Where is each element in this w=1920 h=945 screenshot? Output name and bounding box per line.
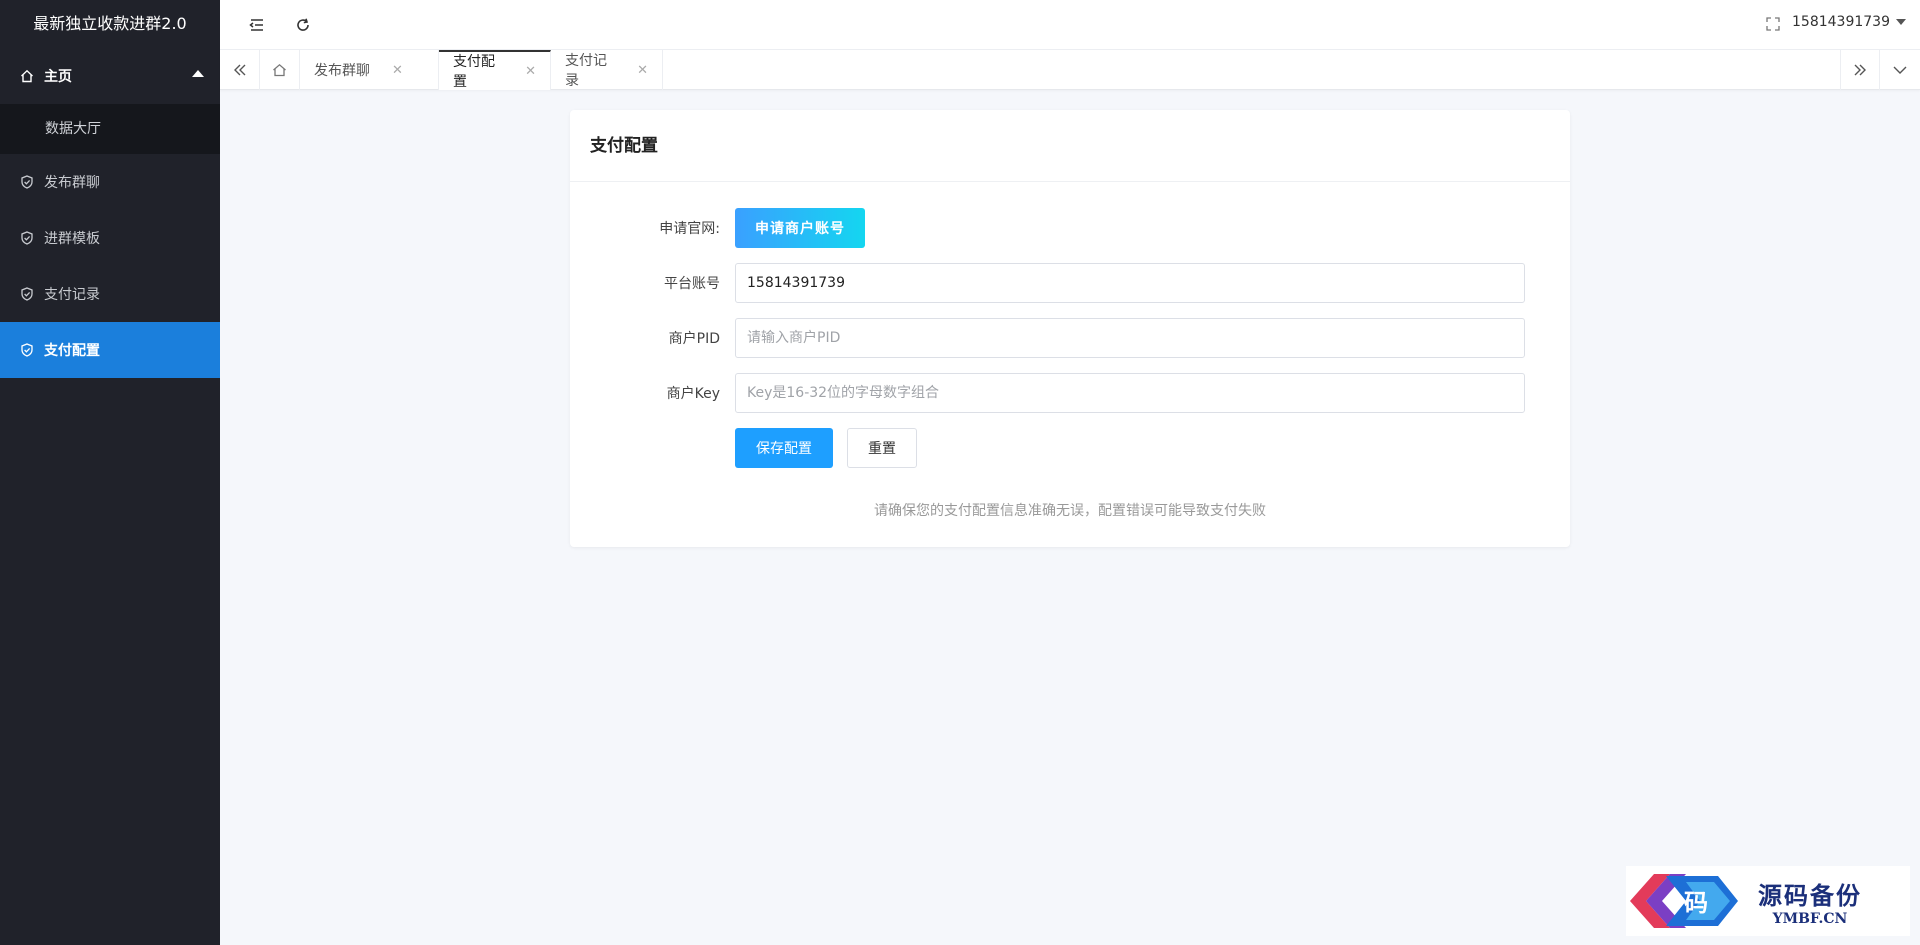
sidebar-item-payment-records[interactable]: 支付记录 [0,266,220,322]
fullscreen-icon[interactable] [1766,16,1780,35]
key-label: 商户Key [666,386,720,402]
chevron-up-icon [192,70,204,77]
merchant-pid-input[interactable] [735,318,1525,358]
config-tip: 请确保您的支付配置信息准确无误，配置错误可能导致支付失败 [874,503,1266,519]
sidebar-item-dashboard[interactable]: 数据大厅 [0,104,220,154]
sidebar-item-label: 进群模板 [44,231,100,247]
sidebar-item-home[interactable]: 主页 [0,48,220,104]
close-icon[interactable]: ✕ [637,63,648,78]
tab-label: 发布群聊 [314,63,370,79]
menu-collapse-icon[interactable] [244,12,270,38]
refresh-icon[interactable] [290,12,316,38]
tab-publish-group[interactable]: 发布群聊 ✕ [300,50,439,90]
save-config-button[interactable]: 保存配置 [735,428,833,468]
tab-home-icon[interactable] [260,50,300,90]
watermark-logo: 码 源码备份 YMBF.CN [1626,866,1910,936]
reset-button[interactable]: 重置 [847,428,917,468]
home-icon [20,69,34,83]
tabs-scroll-right-icon[interactable] [1840,50,1880,90]
user-name: 15814391739 [1792,14,1890,30]
sidebar-item-label: 支付记录 [44,287,100,303]
apply-label: 申请官网: [659,221,720,237]
sidebar-item-label: 发布群聊 [44,175,100,191]
sidebar-item-publish-group[interactable]: 发布群聊 [0,154,220,210]
account-row: 平台账号 [570,263,1570,303]
sidebar-item-payment-config[interactable]: 支付配置 [0,322,220,378]
sidebar: 最新独立收款进群2.0 主页 数据大厅 发布群聊 进群模板 支付记录 支付配置 [0,0,220,945]
svg-text:码: 码 [1684,888,1708,917]
close-icon[interactable]: ✕ [525,64,536,79]
sidebar-item-label: 支付配置 [44,343,100,359]
close-icon[interactable]: ✕ [392,63,403,78]
shield-check-icon [20,175,34,189]
user-menu[interactable]: 15814391739 [1792,14,1906,30]
key-row: 商户Key [570,373,1570,413]
apply-row: 申请官网: 申请商户账号 [570,208,1570,248]
watermark-en: YMBF.CN [1772,910,1848,927]
shield-check-icon [20,231,34,245]
top-header: 15814391739 [220,0,1920,50]
shield-check-icon [20,343,34,357]
merchant-key-input[interactable] [735,373,1525,413]
tab-label: 支付配置 [453,54,495,90]
tabs-scroll-left-icon[interactable] [220,50,260,90]
sidebar-item-label: 主页 [44,69,72,85]
card-title: 支付配置 [570,110,1570,182]
tab-label: 支付记录 [565,53,607,89]
pid-row: 商户PID [570,318,1570,358]
chevron-down-icon [1896,19,1906,25]
tabs-menu-chevron-down-icon[interactable] [1880,50,1920,90]
pid-label: 商户PID [668,331,720,347]
actions-row: 保存配置 重置 [570,428,1570,468]
tab-payment-config[interactable]: 支付配置 ✕ [439,50,551,90]
code-emblem-icon: 码 [1626,868,1754,934]
shield-check-icon [20,287,34,301]
tab-bar: 发布群聊 ✕ 支付配置 ✕ 支付记录 ✕ [220,50,1920,90]
sidebar-item-group-template[interactable]: 进群模板 [0,210,220,266]
watermark-text: 源码备份 YMBF.CN [1758,876,1862,927]
app-title: 最新独立收款进群2.0 [0,0,220,48]
watermark-cn: 源码备份 [1758,880,1862,910]
account-label: 平台账号 [664,276,720,292]
account-input[interactable] [735,263,1525,303]
tab-payment-records[interactable]: 支付记录 ✕ [551,50,663,90]
apply-merchant-button[interactable]: 申请商户账号 [735,208,865,248]
payment-config-card: 支付配置 申请官网: 申请商户账号 平台账号 商户PID 商户Key 保存配置 … [570,110,1570,547]
